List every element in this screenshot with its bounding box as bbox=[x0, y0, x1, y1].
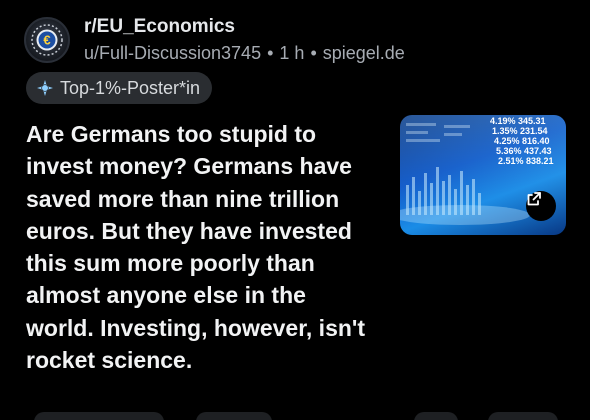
svg-text:€: € bbox=[43, 33, 50, 48]
ticker-line: 2.51% 838.21 bbox=[498, 156, 554, 166]
ticker-line: 4.25% 816.40 bbox=[494, 136, 550, 146]
ticker-line: 1.35% 231.54 bbox=[492, 126, 548, 136]
comments-button[interactable] bbox=[196, 412, 272, 420]
post-meta: r/EU_Economics u/Full-Discussion3745 • 1 h… bbox=[84, 16, 405, 64]
vote-button[interactable] bbox=[34, 412, 164, 420]
share-button[interactable] bbox=[488, 412, 558, 420]
ticker-line: 4.19% 345.31 bbox=[490, 116, 546, 126]
separator-dot: • bbox=[310, 43, 317, 63]
euro-coin-icon: € bbox=[31, 24, 63, 56]
post-byline: u/Full-Discussion3745 • 1 h • spiegel.de bbox=[84, 42, 405, 64]
flair-label: Top-1%-Poster*in bbox=[60, 77, 201, 98]
ticker-line: 5.36% 437.43 bbox=[496, 146, 552, 156]
author-name[interactable]: u/Full-Discussion3745 bbox=[84, 43, 261, 63]
user-flair: Top-1%-Poster*in bbox=[26, 72, 213, 104]
post-domain[interactable]: spiegel.de bbox=[323, 43, 405, 63]
open-external-icon bbox=[527, 192, 541, 206]
award-button[interactable] bbox=[414, 412, 458, 420]
action-bar bbox=[0, 412, 590, 420]
subreddit-name[interactable]: r/EU_Economics bbox=[84, 16, 405, 38]
separator-dot: • bbox=[267, 43, 274, 63]
post-header: € r/EU_Economics u/Full-Discussion3745 • 1… bbox=[24, 16, 405, 64]
post-age: 1 h bbox=[279, 43, 305, 63]
post-card[interactable]: € r/EU_Economics u/Full-Discussion3745 • 1… bbox=[0, 0, 590, 420]
subreddit-avatar[interactable]: € bbox=[24, 17, 70, 63]
open-external-button[interactable] bbox=[526, 191, 556, 221]
post-title[interactable]: Are Germans too stupid to invest money? … bbox=[26, 118, 366, 376]
swirl-badge-icon bbox=[37, 80, 53, 96]
link-thumbnail[interactable]: 4.19% 345.31 1.35% 231.54 4.25% 816.40 5… bbox=[400, 115, 566, 235]
